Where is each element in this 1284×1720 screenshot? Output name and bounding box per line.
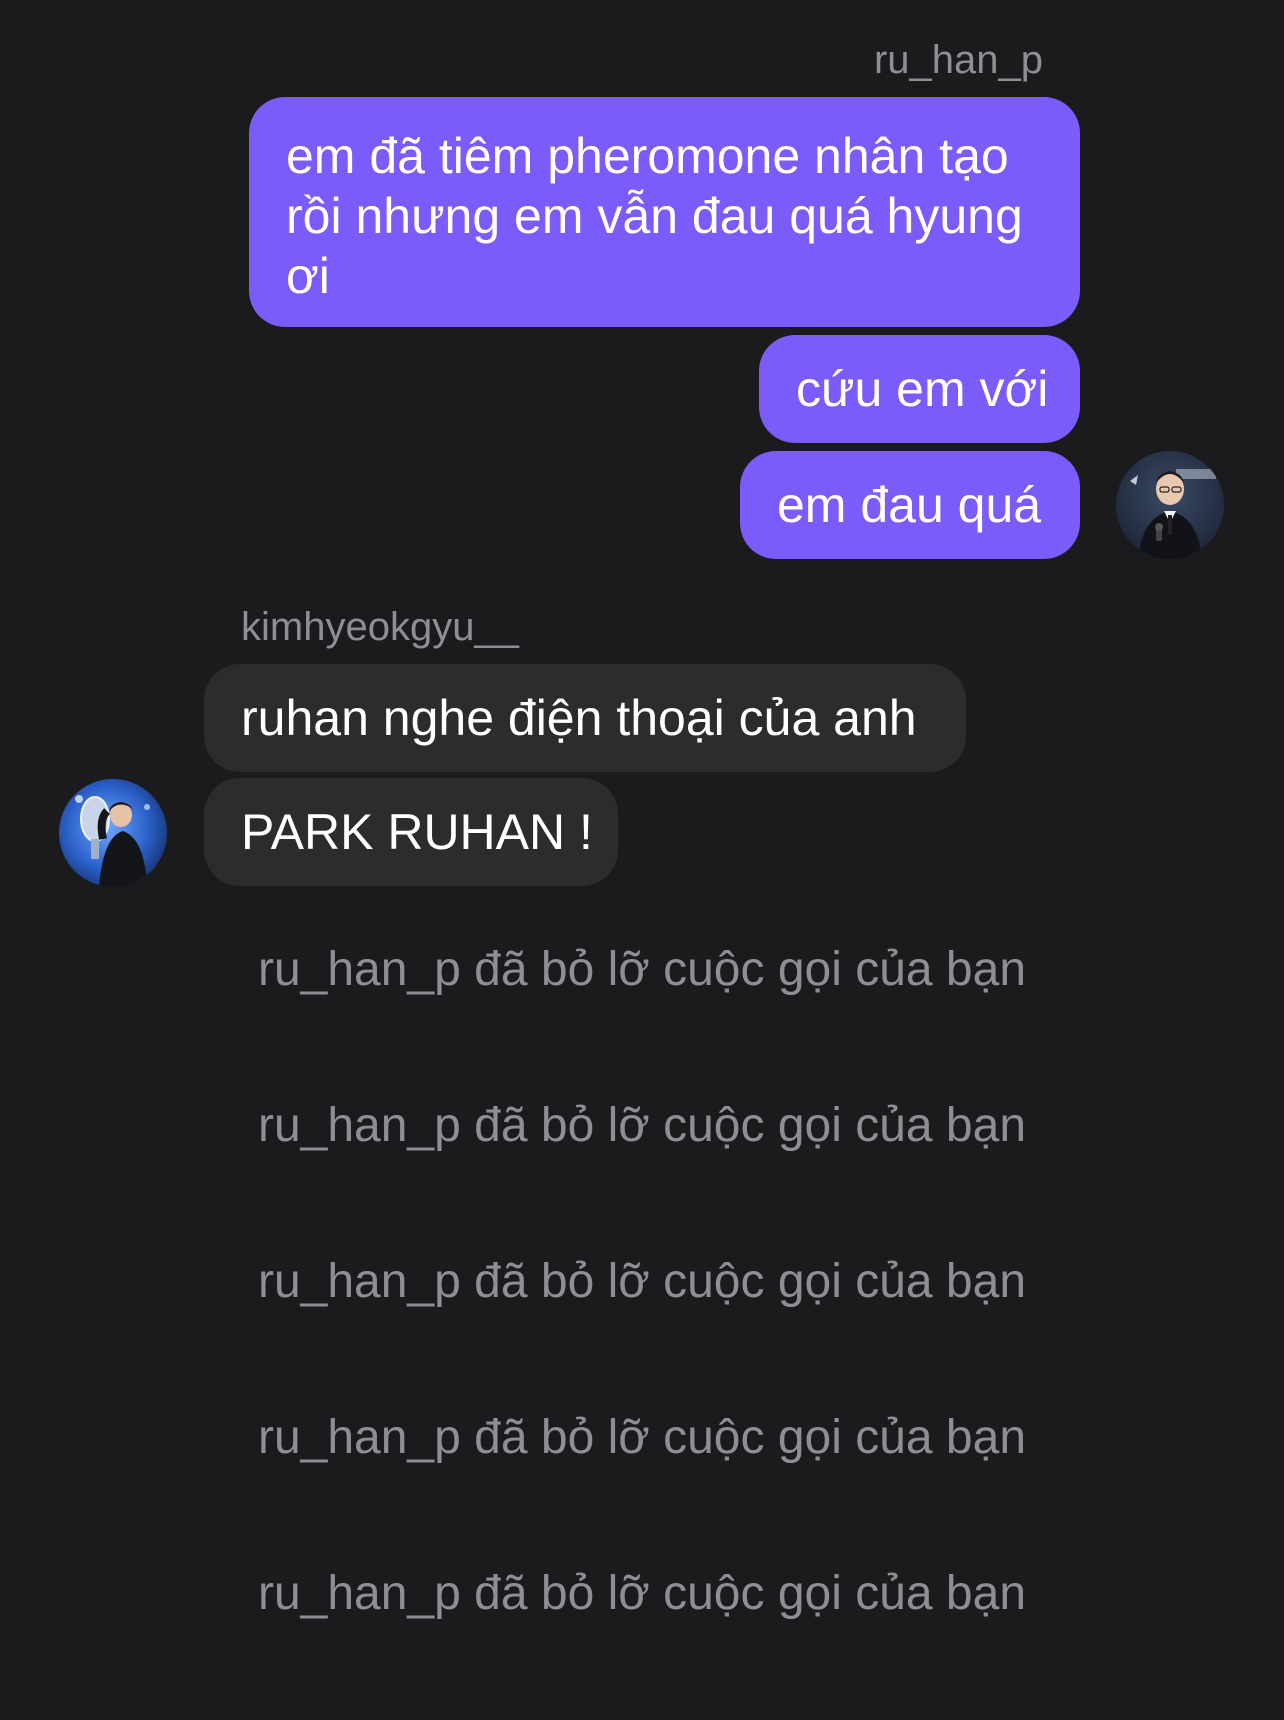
outgoing-user-avatar[interactable] xyxy=(1116,451,1224,559)
incoming-sender-name: kimhyeokgyu__ xyxy=(241,605,519,649)
incoming-user-avatar[interactable] xyxy=(59,779,167,887)
message-line: rồi nhưng em vẫn đau quá hyung xyxy=(286,188,1023,244)
outgoing-message-bubble[interactable]: em đau quá xyxy=(740,451,1080,559)
missed-call-notice: ru_han_p đã bỏ lỡ cuộc gọi của bạn xyxy=(257,1099,1027,1152)
message-line: ơi xyxy=(286,248,330,304)
outgoing-message-bubble[interactable]: em đã tiêm pheromone nhân tạo rồi nhưng … xyxy=(249,97,1080,327)
message-text: PARK RUHAN ! xyxy=(241,804,593,860)
missed-call-notice: ru_han_p đã bỏ lỡ cuộc gọi của bạn xyxy=(257,1255,1027,1308)
message-text: cứu em với xyxy=(796,361,1049,417)
missed-call-notice: ru_han_p đã bỏ lỡ cuộc gọi của bạn xyxy=(257,1567,1027,1620)
outgoing-sender-name: ru_han_p xyxy=(873,38,1043,82)
missed-call-notice: ru_han_p đã bỏ lỡ cuộc gọi của bạn xyxy=(257,1411,1027,1464)
incoming-message-bubble[interactable]: ruhan nghe điện thoại của anh xyxy=(204,664,966,772)
message-text: em đau quá xyxy=(777,477,1042,533)
user-avatar-photo-icon xyxy=(59,779,167,887)
missed-call-notice: ru_han_p đã bỏ lỡ cuộc gọi của bạn xyxy=(257,943,1027,996)
user-avatar-photo-icon xyxy=(1116,451,1224,559)
outgoing-message-bubble[interactable]: cứu em với xyxy=(759,335,1080,443)
message-line: em đã tiêm pheromone nhân tạo xyxy=(286,128,1009,184)
incoming-message-bubble[interactable]: PARK RUHAN ! xyxy=(204,778,618,886)
message-text: ruhan nghe điện thoại của anh xyxy=(241,690,917,746)
